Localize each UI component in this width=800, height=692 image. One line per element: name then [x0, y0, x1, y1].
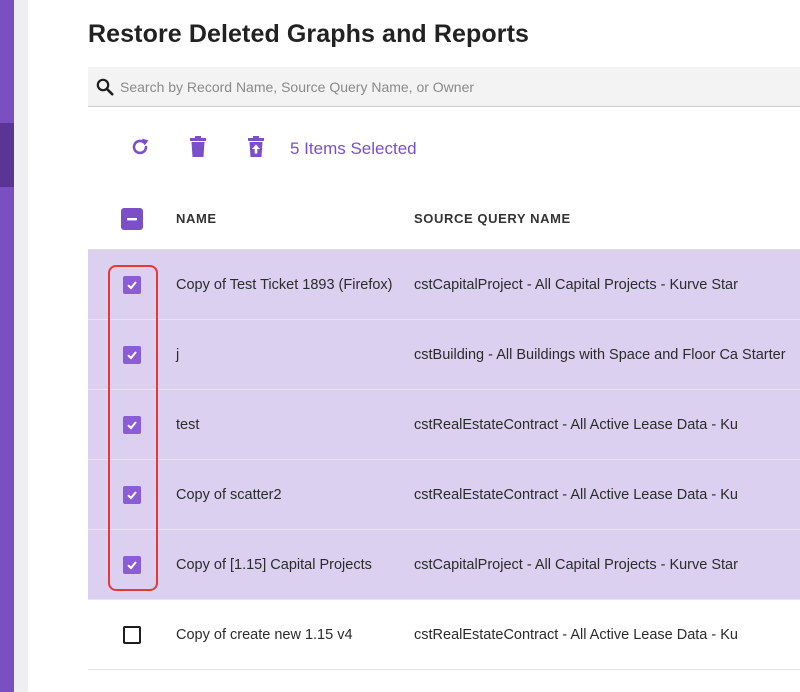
- refresh-icon: [130, 137, 150, 162]
- row-source-text: cstBuilding - All Buildings with Space a…: [414, 346, 786, 363]
- row-checkbox[interactable]: [123, 275, 141, 294]
- toolbar: 5 Items Selected: [120, 130, 417, 168]
- row-check-cell: [88, 275, 176, 294]
- table-row[interactable]: Copy of Test Ticket 1893 (Firefox) cstCa…: [88, 250, 800, 320]
- row-checkbox[interactable]: [123, 345, 141, 364]
- row-checkbox[interactable]: [123, 555, 141, 574]
- checkmark-icon: [127, 280, 137, 289]
- checkmark-icon: [127, 350, 137, 359]
- row-source-query: cstBuilding - All Buildings with Space a…: [414, 344, 800, 366]
- search-bar[interactable]: [88, 66, 800, 107]
- minus-icon: [127, 217, 137, 220]
- row-name: Copy of scatter2: [176, 486, 282, 503]
- restore-icon: [247, 135, 265, 163]
- records-table: NAME SOURCE QUERY NAME Copy of Test Tick…: [88, 188, 800, 670]
- checkmark-icon: [127, 420, 137, 429]
- row-source-query: cstCapitalProject - All Capital Projects…: [414, 554, 800, 576]
- row-source-query: cstCapitalProject - All Capital Projects…: [414, 274, 800, 296]
- row-source-query: cstRealEstateContract - All Active Lease…: [414, 484, 800, 506]
- row-name: Copy of Test Ticket 1893 (Firefox): [176, 276, 393, 293]
- row-checkbox[interactable]: [123, 485, 141, 504]
- row-name: j: [176, 346, 180, 363]
- selected-count-label: 5 Items Selected: [290, 139, 417, 158]
- refresh-button[interactable]: [120, 130, 160, 168]
- row-check-cell: [88, 485, 176, 504]
- table-row[interactable]: j cstBuilding - All Buildings with Space…: [88, 320, 800, 390]
- nav-gutter: [14, 0, 28, 692]
- table-row[interactable]: Copy of scatter2 cstRealEstateContract -…: [88, 460, 800, 530]
- search-icon: [90, 67, 120, 107]
- select-all-cell: [88, 207, 176, 230]
- row-name: Copy of [1.15] Capital Projects: [176, 556, 372, 573]
- row-check-cell: [88, 625, 176, 644]
- row-check-cell: [88, 345, 176, 364]
- row-source-text: cstRealEstateContract - All Active Lease…: [414, 416, 738, 433]
- left-nav-active-item[interactable]: [0, 123, 14, 187]
- left-nav-rail: [0, 0, 14, 692]
- delete-button[interactable]: [178, 130, 218, 168]
- row-source-text: cstRealEstateContract - All Active Lease…: [414, 486, 738, 503]
- column-header-source-query[interactable]: SOURCE QUERY NAME: [414, 211, 800, 226]
- trash-icon: [189, 135, 207, 163]
- select-all-checkbox[interactable]: [121, 207, 143, 230]
- restore-button[interactable]: [236, 130, 276, 168]
- table-row[interactable]: Copy of [1.15] Capital Projects cstCapit…: [88, 530, 800, 600]
- table-row[interactable]: Copy of create new 1.15 v4 cstRealEstate…: [88, 600, 800, 670]
- row-source-query: cstRealEstateContract - All Active Lease…: [414, 624, 800, 646]
- column-header-name[interactable]: NAME: [176, 211, 414, 226]
- row-check-cell: [88, 415, 176, 434]
- row-name: Copy of create new 1.15 v4: [176, 626, 353, 643]
- row-source-text: cstCapitalProject - All Capital Projects…: [414, 556, 738, 573]
- row-checkbox[interactable]: [123, 625, 141, 644]
- checkmark-icon: [127, 490, 137, 499]
- row-name: test: [176, 416, 200, 433]
- row-source-text: cstCapitalProject - All Capital Projects…: [414, 276, 738, 293]
- table-header: NAME SOURCE QUERY NAME: [88, 188, 800, 250]
- row-source-query: cstRealEstateContract - All Active Lease…: [414, 414, 800, 436]
- checkmark-icon: [127, 560, 137, 569]
- table-row[interactable]: test cstRealEstateContract - All Active …: [88, 390, 800, 460]
- row-checkbox[interactable]: [123, 415, 141, 434]
- row-check-cell: [88, 555, 176, 574]
- row-source-text: cstRealEstateContract - All Active Lease…: [414, 626, 738, 643]
- search-input[interactable]: [120, 66, 780, 107]
- page-title: Restore Deleted Graphs and Reports: [88, 20, 530, 48]
